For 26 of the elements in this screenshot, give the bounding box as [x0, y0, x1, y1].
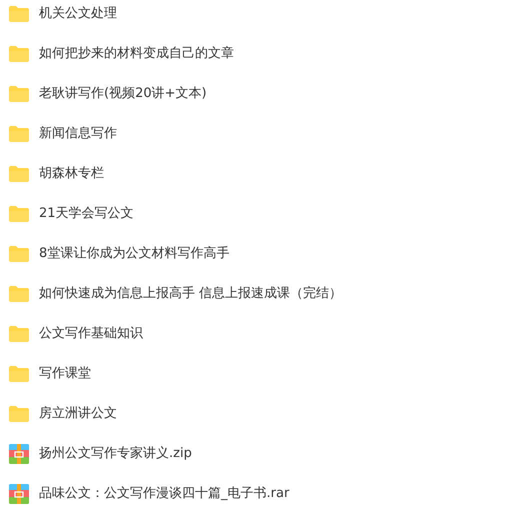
folder-icon — [9, 6, 29, 22]
file-name[interactable]: 品味公文：公文写作漫谈四十篇_电子书.rar — [39, 485, 290, 503]
folder-icon — [9, 246, 29, 262]
file-name[interactable]: 房立洲讲公文 — [39, 405, 117, 423]
file-name[interactable]: 21天学会写公文 — [39, 205, 134, 223]
file-name[interactable]: 胡森林专栏 — [39, 165, 104, 183]
archive-icon — [9, 444, 29, 464]
folder-icon — [9, 206, 29, 222]
folder-icon — [9, 406, 29, 422]
file-name[interactable]: 机关公文处理 — [39, 5, 117, 23]
file-name[interactable]: 写作课堂 — [39, 365, 91, 383]
folder-icon — [9, 46, 29, 62]
folder-icon — [9, 126, 29, 142]
folder-icon — [9, 286, 29, 302]
file-name[interactable]: 新闻信息写作 — [39, 125, 117, 143]
folder-icon — [9, 326, 29, 342]
archive-icon — [9, 484, 29, 504]
file-name[interactable]: 如何快速成为信息上报高手 信息上报速成课（完结） — [39, 285, 342, 303]
folder-icon — [9, 166, 29, 182]
file-name[interactable]: 公文写作基础知识 — [39, 325, 143, 343]
file-name[interactable]: 老耿讲写作(视频20讲+文本) — [39, 85, 207, 103]
folder-icon — [9, 86, 29, 102]
file-name[interactable]: 如何把抄来的材料变成自己的文章 — [39, 45, 234, 63]
file-name[interactable]: 8堂课让你成为公文材料写作高手 — [39, 245, 230, 263]
folder-icon — [9, 366, 29, 382]
file-name[interactable]: 扬州公文写作专家讲义.zip — [39, 445, 192, 463]
